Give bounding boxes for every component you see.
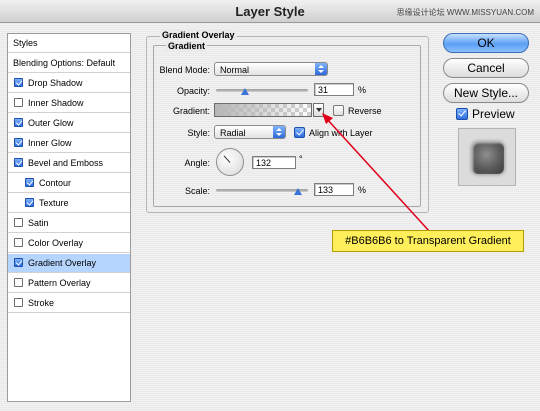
- annotation-arrow: [322, 113, 431, 233]
- annotation-callout: #B6B6B6 to Transparent Gradient: [332, 230, 524, 252]
- layer-style-dialog: Layer Style 思缘设计论坛 WWW.MISSYUAN.COM Styl…: [0, 0, 540, 411]
